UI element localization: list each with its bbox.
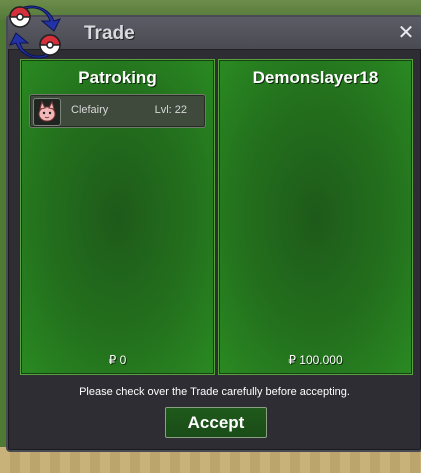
title-bar[interactable]: Trade ✕: [8, 17, 421, 50]
trade-panel-partner: Demonslayer18 ₽ 100.000: [218, 59, 413, 375]
trader-name: Demonslayer18: [252, 68, 379, 87]
accept-button[interactable]: Accept: [165, 407, 267, 438]
trader-name: Patroking: [78, 68, 157, 87]
close-button[interactable]: ✕: [395, 21, 417, 43]
clefairy-icon: [33, 98, 61, 126]
item-name: Clefairy: [71, 104, 109, 116]
trade-item-row[interactable]: Clefairy Lvl: 22: [29, 94, 206, 128]
window-title: Trade: [84, 23, 135, 44]
trade-panel-self: Patroking Clefairy Lvl: 22 ₽ 0: [20, 59, 215, 375]
trade-exchange-icon: [9, 5, 61, 59]
item-level: Lvl: 22: [154, 104, 187, 116]
money-offer: ₽ 0: [108, 353, 127, 367]
trade-window: Trade ✕ Patroking Clefairy Lvl: 22 ₽ 0 D…: [6, 5, 421, 452]
trade-notice: Please check over the Trade carefully be…: [79, 386, 350, 398]
money-offer: ₽ 100.000: [288, 353, 343, 367]
